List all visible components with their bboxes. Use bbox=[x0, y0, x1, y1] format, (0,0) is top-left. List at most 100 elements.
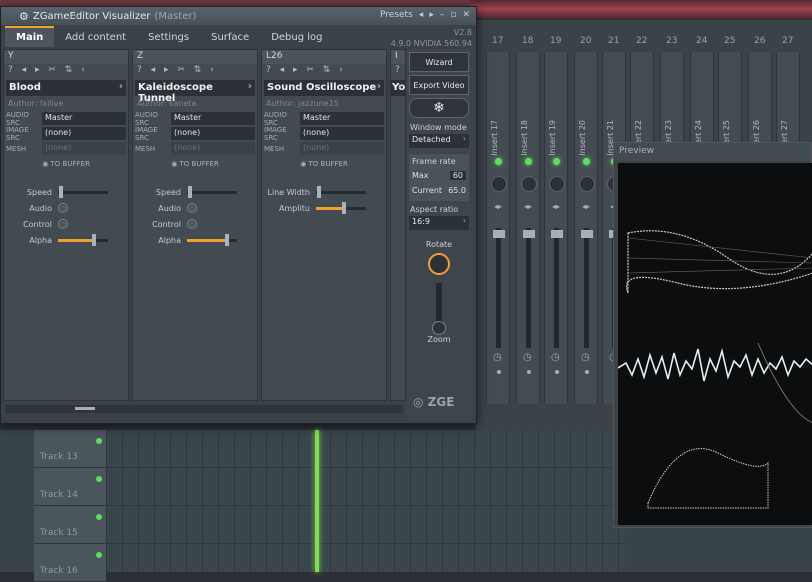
aspect-ratio-label: Aspect ratio bbox=[410, 205, 459, 214]
track-led[interactable] bbox=[96, 552, 102, 558]
mixer-strip[interactable]: Insert 18 ◂▸ ◷ bbox=[516, 52, 540, 404]
send-dot[interactable] bbox=[527, 370, 531, 374]
volume-fader[interactable] bbox=[554, 228, 559, 348]
prev-preset-icon[interactable]: ◂ bbox=[419, 10, 424, 20]
pan-knob[interactable] bbox=[521, 176, 537, 192]
to-buffer-button[interactable]: ◉ TO BUFFER bbox=[262, 160, 386, 172]
tab-add-content[interactable]: Add content bbox=[54, 28, 137, 47]
volume-fader[interactable] bbox=[526, 228, 531, 348]
window-mode-select[interactable]: Detached bbox=[409, 134, 469, 148]
track-led[interactable] bbox=[96, 438, 102, 444]
max-fps-input[interactable]: 60 bbox=[449, 171, 466, 180]
param-slider[interactable] bbox=[316, 185, 366, 198]
param-button[interactable]: ○ bbox=[58, 203, 68, 213]
layer-toolbar[interactable]: ? ◂ ▸ ✂ ⇅ › bbox=[4, 64, 128, 78]
aspect-ratio-select[interactable]: 16:9 bbox=[409, 216, 469, 230]
param-slider[interactable] bbox=[187, 233, 237, 246]
export-video-button[interactable]: Export Video bbox=[409, 75, 469, 95]
track-header[interactable]: Track 15 bbox=[34, 506, 106, 544]
effect-name[interactable]: Sound Oscilloscope bbox=[264, 80, 384, 96]
version: V2.8 bbox=[453, 28, 472, 37]
mixer-strip[interactable]: Insert 20 ◂▸ ◷ bbox=[574, 52, 598, 404]
fader-cap[interactable] bbox=[551, 230, 563, 238]
pan-knob[interactable] bbox=[549, 176, 565, 192]
minimize-icon[interactable]: – bbox=[440, 10, 445, 20]
routing-icon[interactable]: ◷ bbox=[493, 352, 502, 363]
volume-fader[interactable] bbox=[584, 228, 589, 348]
fader-cap[interactable] bbox=[523, 230, 535, 238]
mute-led[interactable] bbox=[495, 158, 502, 165]
next-preset-icon[interactable]: ▸ bbox=[429, 10, 434, 20]
zoom-slider[interactable] bbox=[432, 283, 446, 335]
param-slider[interactable] bbox=[58, 233, 108, 246]
layer-toolbar[interactable]: ? ◂ ▸ ✂ ⇅ › bbox=[262, 64, 386, 78]
tab-main[interactable]: Main bbox=[5, 26, 55, 47]
presets-button[interactable]: Presets bbox=[380, 10, 413, 20]
close-icon[interactable]: ✕ bbox=[462, 10, 470, 20]
mesh-select[interactable]: (none) bbox=[171, 142, 255, 155]
routing-icon[interactable]: ◷ bbox=[551, 352, 560, 363]
track-led[interactable] bbox=[96, 476, 102, 482]
snowflake-icon[interactable]: ❄ bbox=[409, 98, 469, 118]
param-button[interactable]: ○ bbox=[187, 219, 197, 229]
tab-surface[interactable]: Surface bbox=[200, 28, 260, 47]
pan-knob[interactable] bbox=[491, 176, 507, 192]
mute-led[interactable] bbox=[525, 158, 532, 165]
mute-led[interactable] bbox=[583, 158, 590, 165]
effect-name[interactable]: You bbox=[391, 80, 405, 96]
gear-icon[interactable]: ⚙ bbox=[19, 10, 29, 23]
send-dot[interactable] bbox=[555, 370, 559, 374]
horizontal-scrollbar[interactable] bbox=[5, 405, 403, 413]
layer-header[interactable]: I bbox=[391, 50, 405, 64]
audio-src-select[interactable]: Master bbox=[42, 112, 126, 125]
insert-label: Insert 20 bbox=[578, 120, 587, 156]
playhead[interactable] bbox=[315, 430, 319, 572]
effect-name[interactable]: Blood bbox=[6, 80, 126, 96]
volume-fader[interactable] bbox=[496, 228, 501, 348]
send-dot[interactable] bbox=[585, 370, 589, 374]
layer-header[interactable]: Y bbox=[4, 50, 128, 64]
send-dot[interactable] bbox=[497, 370, 501, 374]
mesh-select[interactable]: (none) bbox=[42, 142, 126, 155]
routing-icon[interactable]: ◷ bbox=[523, 352, 532, 363]
layer-header[interactable]: Z bbox=[133, 50, 257, 64]
mixer-strip[interactable]: Insert 19 ◂▸ ◷ bbox=[544, 52, 568, 404]
mesh-select[interactable]: (none) bbox=[300, 142, 384, 155]
playlist-grid[interactable] bbox=[106, 430, 626, 572]
track-header[interactable]: Track 14 bbox=[34, 468, 106, 506]
tab-settings[interactable]: Settings bbox=[137, 28, 200, 47]
param-slider[interactable] bbox=[316, 201, 366, 214]
track-led[interactable] bbox=[96, 514, 102, 520]
fader-cap[interactable] bbox=[581, 230, 593, 238]
preview-canvas bbox=[617, 163, 812, 525]
track-header[interactable]: Track 13 bbox=[34, 430, 106, 468]
settings-panel: Wizard Export Video ❄ Window mode Detach… bbox=[407, 49, 471, 421]
audio-src-select[interactable]: Master bbox=[300, 112, 384, 125]
image-src-select[interactable]: (none) bbox=[300, 127, 384, 140]
track-header[interactable]: Track 16 bbox=[34, 544, 106, 582]
title-bar[interactable]: ⚙ ZGameEditor Visualizer (Master) Preset… bbox=[1, 7, 476, 25]
mute-led[interactable] bbox=[553, 158, 560, 165]
rotate-knob[interactable] bbox=[428, 253, 450, 275]
param-button[interactable]: ○ bbox=[187, 203, 197, 213]
routing-icon[interactable]: ◷ bbox=[581, 352, 590, 363]
param-button[interactable]: ○ bbox=[58, 219, 68, 229]
image-src-select[interactable]: (none) bbox=[42, 127, 126, 140]
to-buffer-button[interactable]: ◉ TO BUFFER bbox=[4, 160, 128, 172]
wizard-button[interactable]: Wizard bbox=[409, 52, 469, 72]
audio-src-select[interactable]: Master bbox=[171, 112, 255, 125]
fader-cap[interactable] bbox=[493, 230, 505, 238]
effect-name[interactable]: Kaleidoscope Tunnel bbox=[135, 80, 255, 104]
param-slider[interactable] bbox=[58, 185, 108, 198]
layer-toolbar[interactable]: ? bbox=[391, 64, 405, 78]
mixer-strip[interactable]: Insert 17 ◂▸ ◷ bbox=[486, 52, 510, 404]
to-buffer-button[interactable]: ◉ TO BUFFER bbox=[133, 160, 257, 172]
tab-debug-log[interactable]: Debug log bbox=[260, 28, 333, 47]
layer-toolbar[interactable]: ? ◂ ▸ ✂ ⇅ › bbox=[133, 64, 257, 78]
image-src-select[interactable]: (none) bbox=[171, 127, 255, 140]
pan-knob[interactable] bbox=[579, 176, 595, 192]
current-label: Current bbox=[412, 186, 443, 195]
param-slider[interactable] bbox=[187, 185, 237, 198]
maximize-icon[interactable]: ▫ bbox=[450, 10, 456, 20]
layer-header[interactable]: L26 bbox=[262, 50, 386, 64]
